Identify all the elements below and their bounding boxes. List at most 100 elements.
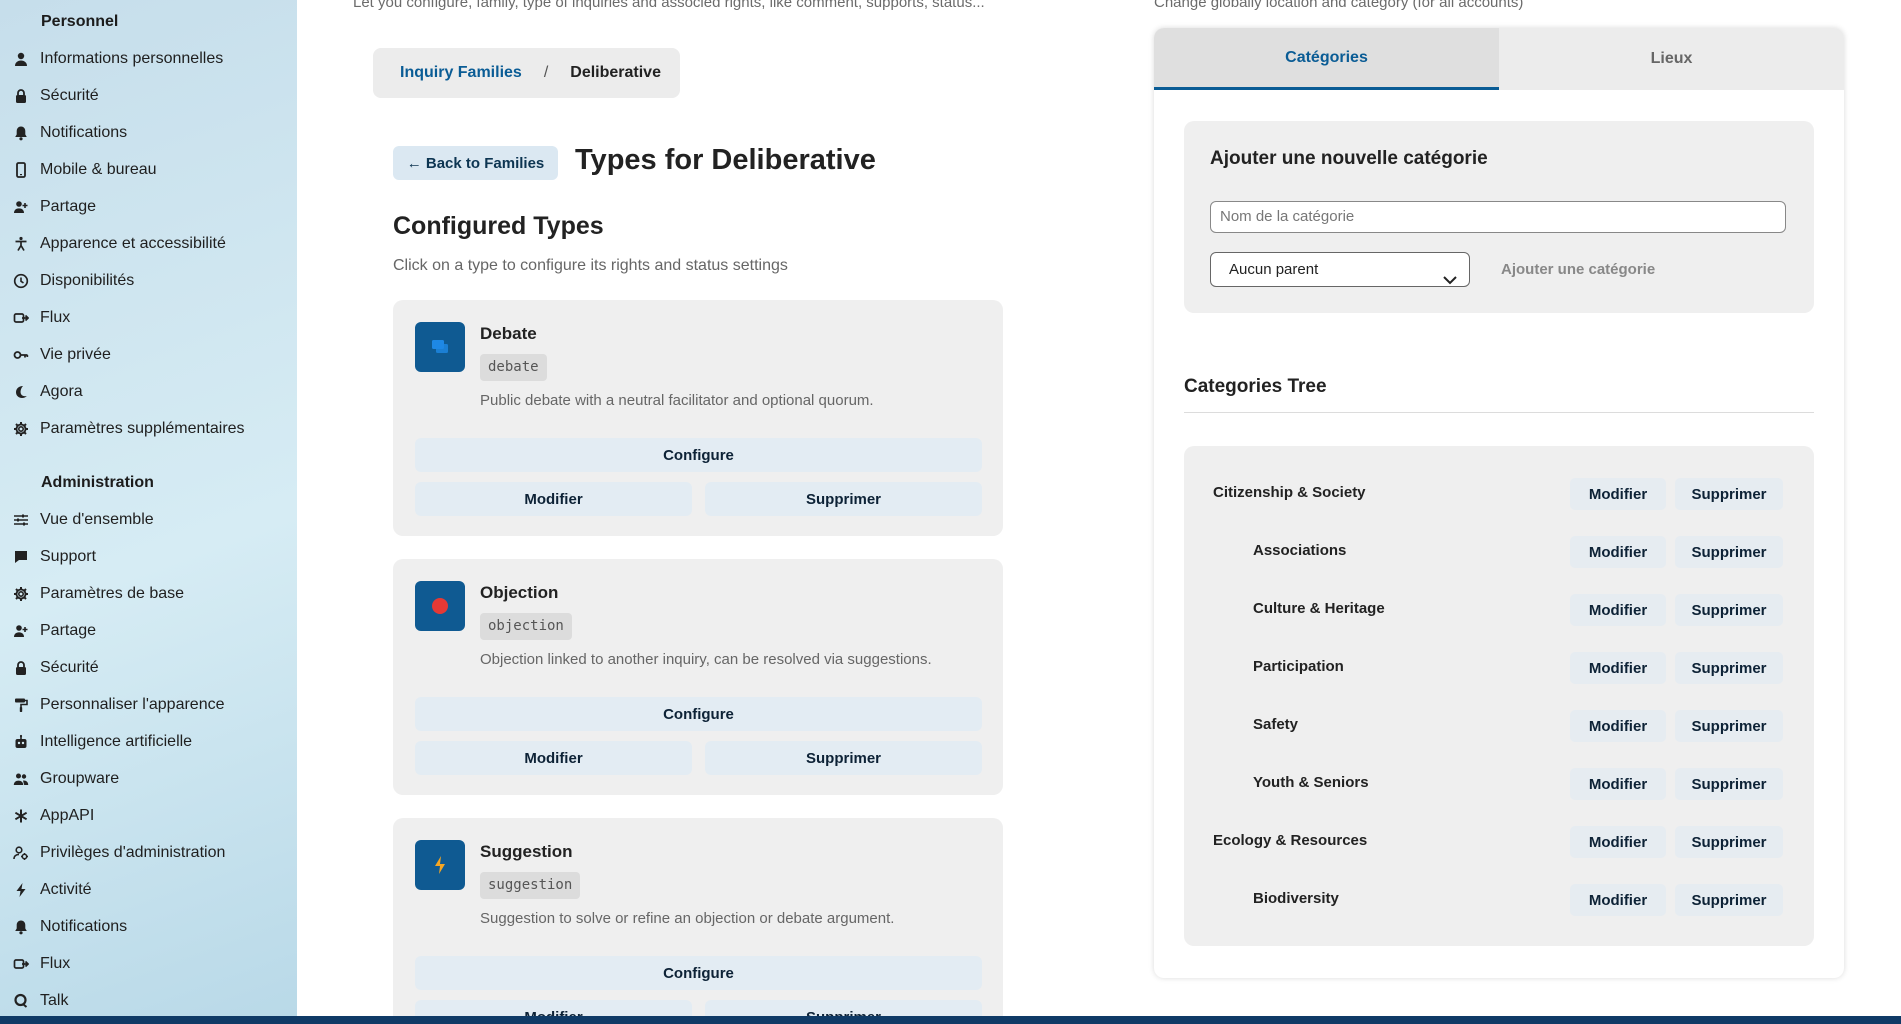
sidebar-item-admin-9[interactable]: Privilèges d'administration [0, 834, 297, 871]
type-card-debate[interactable]: Debate debate Public debate with a neutral… [393, 300, 1003, 536]
delete-category-button[interactable]: Supprimer [1675, 768, 1783, 800]
section-subtitle: Click on a type to configure its rights … [393, 257, 788, 274]
type-card-suggestion[interactable]: Suggestion suggestion Suggestion to solve … [393, 818, 1003, 1024]
right-panel-description: Change globally location and category (f… [1154, 0, 1524, 11]
page-description: Let you configure, family, type of inqui… [353, 0, 985, 11]
sidebar-item-label: Partage [40, 197, 97, 215]
talk-icon [0, 993, 40, 1009]
category-name: Safety [1253, 716, 1299, 733]
modify-category-button[interactable]: Modifier [1570, 594, 1666, 626]
sidebar-item-personal-8[interactable]: Vie privée [0, 336, 297, 373]
sidebar-item-label: AppAPI [40, 806, 95, 824]
sidebar-item-label: Personnaliser l'apparence [40, 695, 225, 713]
sidebar-item-admin-0[interactable]: Vue d'ensemble [0, 501, 297, 538]
sidebar-item-admin-2[interactable]: Paramètres de base [0, 575, 297, 612]
sidebar-item-personal-0[interactable]: Informations personnelles [0, 40, 297, 77]
sidebar-item-label: Vue d'ensemble [40, 510, 154, 528]
sidebar-item-personal-3[interactable]: Mobile & bureau [0, 151, 297, 188]
sidebar-item-admin-12[interactable]: Flux [0, 945, 297, 982]
sidebar-item-personal-10[interactable]: Paramètres supplémentaires [0, 410, 297, 447]
configure-button[interactable]: Configure [415, 697, 982, 731]
modify-category-button[interactable]: Modifier [1570, 478, 1666, 510]
gear-icon [0, 421, 40, 437]
sidebar-item-label: Talk [40, 991, 69, 1009]
sidebar-item-label: Paramètres supplémentaires [40, 419, 245, 437]
modify-category-button[interactable]: Modifier [1570, 710, 1666, 742]
divider [1184, 412, 1814, 413]
type-key-badge: suggestion [480, 872, 581, 899]
share-user-icon [0, 199, 40, 215]
sidebar-item-label: Informations personnelles [40, 49, 224, 67]
share-user-icon [0, 623, 40, 639]
delete-category-button[interactable]: Supprimer [1675, 710, 1783, 742]
modify-type-button[interactable]: Modifier [415, 482, 692, 516]
panel-tabs: Catégories Lieux [1154, 28, 1844, 90]
type-key-badge: objection [480, 613, 572, 640]
bell-icon [0, 919, 40, 935]
sidebar-item-admin-1[interactable]: Support [0, 538, 297, 575]
back-to-families-button[interactable]: ← Back to Families [393, 146, 558, 180]
sidebar-item-admin-7[interactable]: Groupware [0, 760, 297, 797]
delete-category-button[interactable]: Supprimer [1675, 594, 1783, 626]
delete-category-button[interactable]: Supprimer [1675, 884, 1783, 916]
sidebar-item-label: Partage [40, 621, 97, 639]
taskbar-strip [0, 1016, 1901, 1024]
group-icon [0, 771, 40, 787]
modify-category-button[interactable]: Modifier [1570, 536, 1666, 568]
sidebar-item-personal-5[interactable]: Apparence et accessibilité [0, 225, 297, 262]
sidebar-item-admin-13[interactable]: Talk [0, 982, 297, 1016]
type-card-objection[interactable]: Objection objection Objection linked to an… [393, 559, 1003, 795]
sidebar-item-admin-3[interactable]: Partage [0, 612, 297, 649]
delete-type-button[interactable]: Supprimer [705, 482, 982, 516]
lightning-icon [415, 840, 465, 890]
lock-icon [0, 88, 40, 104]
sidebar-item-admin-10[interactable]: Activité [0, 871, 297, 908]
parent-select[interactable]: Aucun parent [1210, 252, 1470, 287]
sidebar-item-personal-9[interactable]: Agora [0, 373, 297, 410]
sidebar-item-admin-11[interactable]: Notifications [0, 908, 297, 945]
sidebar-item-personal-2[interactable]: Notifications [0, 114, 297, 151]
sidebar-item-personal-4[interactable]: Partage [0, 188, 297, 225]
tree-row: Associations Modifier Supprimer [1184, 534, 1814, 570]
add-category-button[interactable]: Ajouter une catégorie [1501, 261, 1655, 278]
main-content: Let you configure, family, type of inqui… [297, 0, 1901, 1024]
tree-row: Citizenship & Society Modifier Supprimer [1184, 476, 1814, 512]
sidebar-item-admin-5[interactable]: Personnaliser l'apparence [0, 686, 297, 723]
category-name-input[interactable]: Nom de la catégorie [1210, 201, 1786, 233]
delete-type-button[interactable]: Supprimer [705, 741, 982, 775]
asterisk-icon [0, 808, 40, 824]
delete-category-button[interactable]: Supprimer [1675, 478, 1783, 510]
paint-roller-icon [0, 697, 40, 713]
sidebar-item-admin-8[interactable]: AppAPI [0, 797, 297, 834]
configure-button[interactable]: Configure [415, 438, 982, 472]
delete-category-button[interactable]: Supprimer [1675, 652, 1783, 684]
sidebar-item-personal-6[interactable]: Disponibilités [0, 262, 297, 299]
admin-settings-list: Vue d'ensemble Support Paramètres de base P… [0, 501, 297, 1016]
flow-icon [0, 310, 40, 326]
tab-locations[interactable]: Lieux [1499, 28, 1844, 90]
sliders-icon [0, 512, 40, 528]
modify-type-button[interactable]: Modifier [415, 741, 692, 775]
breadcrumb-link-families[interactable]: Inquiry Families [400, 64, 522, 82]
modify-category-button[interactable]: Modifier [1570, 768, 1666, 800]
tree-row: Ecology & Resources Modifier Supprimer [1184, 824, 1814, 860]
sidebar-item-label: Groupware [40, 769, 120, 787]
breadcrumb-separator: / [543, 64, 549, 81]
delete-category-button[interactable]: Supprimer [1675, 536, 1783, 568]
modify-category-button[interactable]: Modifier [1570, 826, 1666, 858]
sidebar-item-label: Flux [40, 308, 71, 326]
sidebar-item-admin-4[interactable]: Sécurité [0, 649, 297, 686]
configure-button[interactable]: Configure [415, 956, 982, 990]
sidebar-item-label: Notifications [40, 123, 128, 141]
sidebar-item-label: Paramètres de base [40, 584, 185, 602]
tab-categories[interactable]: Catégories [1154, 28, 1499, 90]
sidebar-item-personal-7[interactable]: Flux [0, 299, 297, 336]
sidebar-item-personal-1[interactable]: Sécurité [0, 77, 297, 114]
add-category-form: Ajouter une nouvelle catégorie Nom de la… [1184, 121, 1814, 313]
modify-category-button[interactable]: Modifier [1570, 652, 1666, 684]
delete-category-button[interactable]: Supprimer [1675, 826, 1783, 858]
sidebar-item-label: Apparence et accessibilité [40, 234, 226, 252]
modify-category-button[interactable]: Modifier [1570, 884, 1666, 916]
sidebar-item-admin-6[interactable]: Intelligence artificielle [0, 723, 297, 760]
add-category-title: Ajouter une nouvelle catégorie [1210, 148, 1488, 169]
